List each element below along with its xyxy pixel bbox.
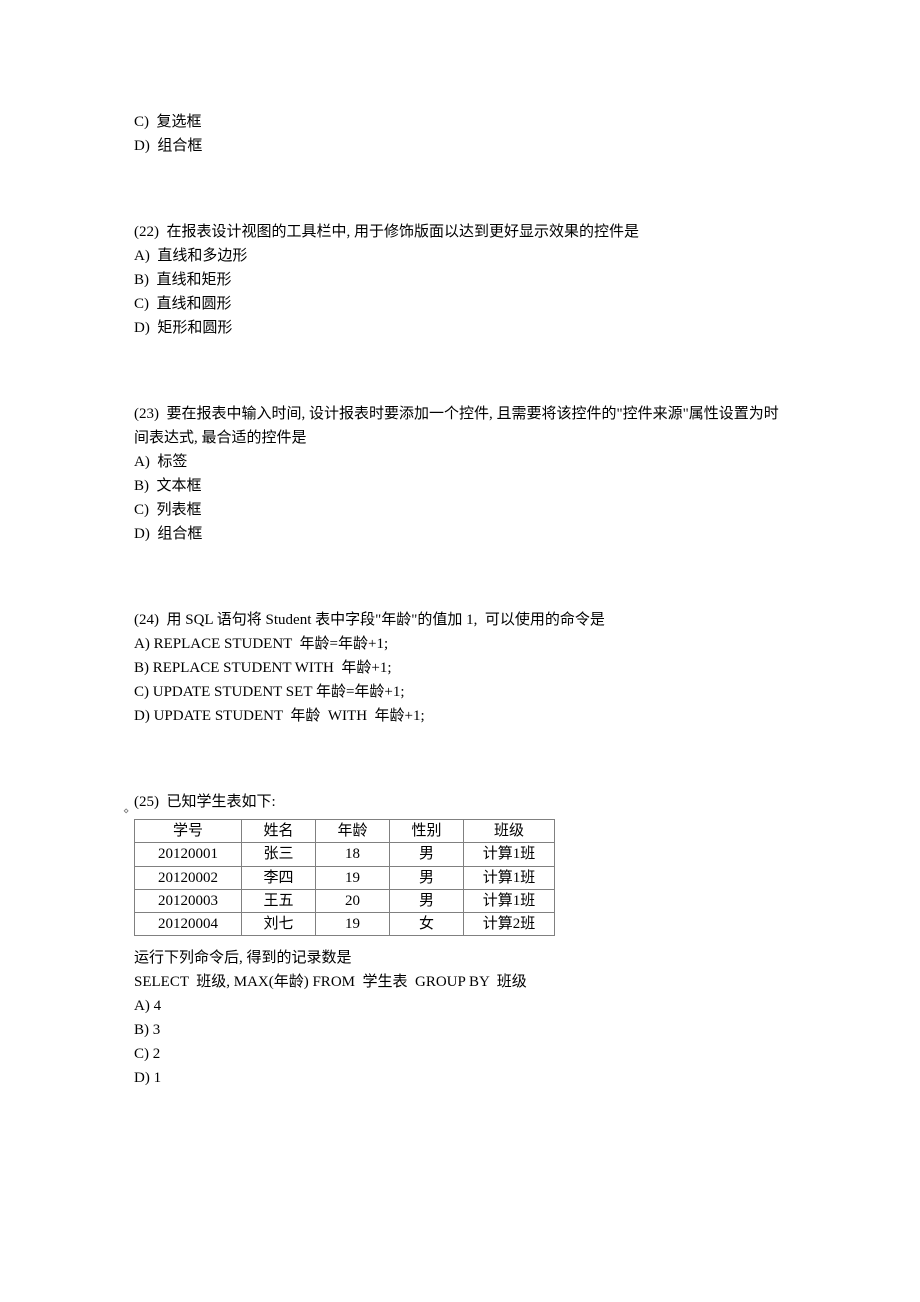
question-prompt: (23) 要在报表中输入时间, 设计报表时要添加一个控件, 且需要将该控件的"控… bbox=[134, 402, 786, 450]
table-header-row: 学号 姓名 年龄 性别 班级 bbox=[135, 820, 555, 843]
table-cell: 男 bbox=[390, 889, 464, 912]
table-cell: 男 bbox=[390, 866, 464, 889]
option-c: C) 列表框 bbox=[134, 498, 786, 522]
option-b: B) REPLACE STUDENT WITH 年龄+1; bbox=[134, 656, 786, 680]
option-b: B) 直线和矩形 bbox=[134, 268, 786, 292]
table-cell: 王五 bbox=[242, 889, 316, 912]
question-after1: 运行下列命令后, 得到的记录数是 bbox=[134, 946, 786, 970]
student-table: 学号 姓名 年龄 性别 班级 20120001张三18男计算1班20120002… bbox=[134, 819, 555, 936]
table-cell: 计算1班 bbox=[464, 866, 555, 889]
question-prompt: (22) 在报表设计视图的工具栏中, 用于修饰版面以达到更好显示效果的控件是 bbox=[134, 220, 786, 244]
table-cell: 男 bbox=[390, 843, 464, 866]
table-cell: 女 bbox=[390, 913, 464, 936]
table-row: 20120004刘七19女计算2班 bbox=[135, 913, 555, 936]
table-cell: 19 bbox=[316, 913, 390, 936]
option-a: A) REPLACE STUDENT 年龄=年龄+1; bbox=[134, 632, 786, 656]
table-cell: 刘七 bbox=[242, 913, 316, 936]
option-a: A) 4 bbox=[134, 994, 786, 1018]
student-table-wrap: 学号 姓名 年龄 性别 班级 20120001张三18男计算1班20120002… bbox=[134, 819, 786, 936]
table-row: 20120003王五20男计算1班 bbox=[135, 889, 555, 912]
question-after2: SELECT 班级, MAX(年龄) FROM 学生表 GROUP BY 班级 bbox=[134, 970, 786, 994]
option-c: C) 2 bbox=[134, 1042, 786, 1066]
table-row: 20120001张三18男计算1班 bbox=[135, 843, 555, 866]
option-c: C) UPDATE STUDENT SET 年龄=年龄+1; bbox=[134, 680, 786, 704]
question-22: (22) 在报表设计视图的工具栏中, 用于修饰版面以达到更好显示效果的控件是 A… bbox=[134, 220, 786, 340]
option-d: D) 1 bbox=[134, 1066, 786, 1090]
table-cell: 计算1班 bbox=[464, 889, 555, 912]
table-header: 年龄 bbox=[316, 820, 390, 843]
question-23: (23) 要在报表中输入时间, 设计报表时要添加一个控件, 且需要将该控件的"控… bbox=[134, 402, 786, 546]
option-d: D) UPDATE STUDENT 年龄 WITH 年龄+1; bbox=[134, 704, 786, 728]
table-header: 姓名 bbox=[242, 820, 316, 843]
option-d: D) 组合框 bbox=[134, 522, 786, 546]
table-header: 性别 bbox=[390, 820, 464, 843]
option-c: C) 复选框 bbox=[134, 110, 786, 134]
table-header: 学号 bbox=[135, 820, 242, 843]
option-b: B) 3 bbox=[134, 1018, 786, 1042]
table-cell: 20120004 bbox=[135, 913, 242, 936]
table-header: 班级 bbox=[464, 820, 555, 843]
table-row: 20120002李四19男计算1班 bbox=[135, 866, 555, 889]
table-cell: 计算2班 bbox=[464, 913, 555, 936]
question-intro: C) 复选框 D) 组合框 bbox=[134, 110, 786, 158]
question-24: (24) 用 SQL 语句将 Student 表中字段"年龄"的值加 1, 可以… bbox=[134, 608, 786, 728]
question-prompt: (24) 用 SQL 语句将 Student 表中字段"年龄"的值加 1, 可以… bbox=[134, 608, 786, 632]
option-d: D) 矩形和圆形 bbox=[134, 316, 786, 340]
option-c: C) 直线和圆形 bbox=[134, 292, 786, 316]
option-a: A) 直线和多边形 bbox=[134, 244, 786, 268]
question-25: (25) 已知学生表如下: 学号 姓名 年龄 性别 班级 20120001张三1… bbox=[134, 790, 786, 1090]
table-cell: 20120001 bbox=[135, 843, 242, 866]
question-prompt: (25) 已知学生表如下: bbox=[134, 790, 786, 814]
option-b: B) 文本框 bbox=[134, 474, 786, 498]
option-d: D) 组合框 bbox=[134, 134, 786, 158]
table-cell: 20 bbox=[316, 889, 390, 912]
table-cell: 计算1班 bbox=[464, 843, 555, 866]
table-cell: 李四 bbox=[242, 866, 316, 889]
table-cell: 18 bbox=[316, 843, 390, 866]
table-cell: 19 bbox=[316, 866, 390, 889]
table-cell: 20120003 bbox=[135, 889, 242, 912]
table-cell: 20120002 bbox=[135, 866, 242, 889]
table-cell: 张三 bbox=[242, 843, 316, 866]
option-a: A) 标签 bbox=[134, 450, 786, 474]
